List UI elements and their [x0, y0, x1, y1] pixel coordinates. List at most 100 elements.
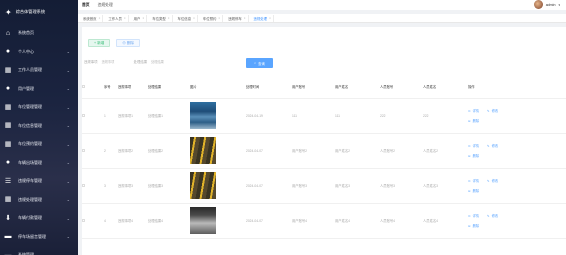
user-menu[interactable]: admin ▾: [533, 0, 560, 9]
sidebar-item-label: 违规处理管理: [18, 196, 42, 202]
chevron-down-icon: ▾: [558, 2, 560, 7]
cell-user-account: 用户账号2: [292, 133, 335, 169]
sidebar-item[interactable]: ⌂ 系统首页: [0, 24, 78, 43]
header-checkbox[interactable]: [82, 76, 104, 99]
filter-input-matter[interactable]: 违规事项: [102, 58, 130, 64]
row-image[interactable]: [190, 102, 216, 129]
edit-icon: ✎: [487, 213, 490, 218]
sidebar-item-label: 工作人员管理: [18, 67, 42, 73]
delete-row-button[interactable]: ⊖ 删除: [468, 153, 479, 159]
delete-row-button[interactable]: ⊖ 删除: [468, 118, 479, 124]
detail-button[interactable]: ⊙ 详情: [468, 108, 480, 114]
cell-staff-account: 人员账号4: [380, 203, 423, 239]
close-icon[interactable]: ×: [269, 16, 271, 20]
tag-item[interactable]: 系统首页 ×: [81, 14, 104, 22]
header-result: 处理结果: [148, 76, 190, 99]
detail-label: 详情: [472, 179, 480, 183]
sidebar-item[interactable]: ⬇ 车辆付款管理 ⌄: [0, 209, 78, 228]
row-image[interactable]: [190, 137, 216, 164]
detail-button[interactable]: ⊙ 详情: [468, 143, 480, 149]
breadcrumb-current: 违规处理: [97, 3, 113, 7]
row-checkbox[interactable]: [82, 168, 104, 204]
row-image[interactable]: [190, 207, 216, 234]
breadcrumb-home[interactable]: 首页: [82, 3, 90, 8]
close-icon[interactable]: ×: [168, 16, 170, 20]
close-icon[interactable]: ×: [124, 16, 126, 20]
sidebar-item[interactable]: ▦ 车位管理管理 ⌄: [0, 98, 78, 117]
table-row: 3 违规事项3 处理结果3 2024-04-07 用户账号3 用户姓名3 人员账号3 人员姓名…: [82, 168, 566, 204]
cell-user-name: 用户姓名4: [335, 203, 380, 239]
filter-input-result[interactable]: 处理结果: [151, 58, 179, 64]
edit-button[interactable]: ✎ 修改: [487, 178, 498, 184]
cell-matter: 违规事项3: [118, 168, 148, 204]
tag-item[interactable]: 用户 ×: [132, 14, 148, 22]
tag-label: 车位类型: [152, 16, 166, 21]
sidebar-item[interactable]: ● 个人中心 ⌄: [0, 43, 78, 62]
row-checkbox[interactable]: [82, 203, 104, 239]
avatar[interactable]: [533, 0, 543, 9]
chevron-down-icon: ⌄: [66, 86, 70, 92]
detail-button[interactable]: ⊙ 详情: [468, 213, 479, 219]
cell-staff-name: 人员姓名2: [423, 133, 468, 169]
user-group-icon: ●: [5, 85, 11, 93]
detail-button[interactable]: ⊙ 详情: [468, 178, 480, 184]
cell-user-name: 111: [335, 98, 380, 134]
top-bar: admin ▾: [78, 0, 566, 10]
row-checkbox[interactable]: [82, 133, 104, 169]
edit-button[interactable]: ✎ 修改: [487, 143, 498, 149]
grid-icon: ▦: [4, 140, 12, 148]
row-checkbox[interactable]: [82, 98, 104, 134]
logo-star-icon: ✦: [5, 7, 12, 17]
delete-row-button[interactable]: ⊖ 删除: [468, 223, 479, 229]
sidebar-item[interactable]: ▦ 车位预约管理 ⌄: [0, 135, 78, 154]
cell-actions: ⊙ 详情 ⊖ 删除 ✎ 修改: [468, 98, 566, 134]
header-image: 图片: [190, 76, 246, 99]
user-name[interactable]: admin: [546, 3, 556, 7]
chevron-down-icon: ⌄: [66, 104, 70, 110]
search-button[interactable]: ⌕ 查询: [246, 58, 273, 68]
close-icon[interactable]: ×: [142, 16, 144, 20]
close-icon[interactable]: ×: [99, 16, 101, 20]
edit-button[interactable]: ✎ 修改: [487, 108, 498, 114]
chevron-down-icon: ⌄: [66, 141, 70, 147]
sidebar-item[interactable]: ▬系统管理⌄: [0, 246, 78, 255]
tag-item[interactable]: 车位预约 ×: [201, 14, 224, 22]
table-row: 1 违规事项1 处理结果1 2024-04-19 111 111 222 222 ⊙ 详情 ⊖ 删除 ✎…: [82, 98, 566, 134]
detail-label: 详情: [472, 144, 480, 148]
tag-item[interactable]: 违规停车 ×: [226, 14, 249, 22]
delete-button[interactable]: ⊖ 删除: [116, 39, 141, 47]
sidebar-item[interactable]: ▬ 停车场留言管理 ⌄: [0, 228, 78, 247]
sidebar-item[interactable]: ● 用户管理 ⌄: [0, 80, 78, 99]
tag-item[interactable]: 车位类型 ×: [150, 14, 173, 22]
edit-button[interactable]: ✎ 修改: [487, 213, 499, 219]
cell-staff-account: 人员账号2: [380, 133, 423, 169]
sliders-icon: ☰: [4, 177, 12, 185]
detail-icon: ⊙: [468, 213, 471, 218]
cell-matter: 违规事项4: [118, 203, 148, 239]
tag-item[interactable]: 违规处理 ×: [252, 14, 274, 22]
sidebar-item[interactable]: ▦ 车位信息管理 ⌄: [0, 117, 78, 136]
chevron-down-icon: ⌄: [66, 49, 70, 55]
close-icon[interactable]: ×: [193, 16, 195, 20]
detail-label: 详情: [472, 109, 480, 113]
sidebar-item[interactable]: ● 车辆出场管理 ⌄: [0, 154, 78, 173]
sidebar-item[interactable]: ☰ 违规停车管理 ⌄: [0, 172, 78, 191]
cell-user-account: 111: [292, 98, 335, 134]
close-icon[interactable]: ×: [244, 16, 246, 20]
tag-item[interactable]: 工作人员 ×: [106, 14, 129, 22]
main-content: + 新增 ⊖ 删除 违规事项 违规事项 处理结果 处理结果 ⌕ 查询 序号 违规…: [82, 27, 566, 255]
delete-row-button[interactable]: ⊖ 删除: [468, 188, 480, 194]
grid-icon: ▦: [4, 103, 12, 111]
search-label: 查询: [258, 61, 265, 66]
row-image[interactable]: [190, 172, 216, 199]
cell-actions: ⊙ 详情 ⊖ 删除 ✎ 修改: [468, 203, 566, 239]
sidebar-item-label: 停车场留言管理: [18, 233, 46, 239]
grid-icon: ▦: [4, 196, 12, 204]
add-button[interactable]: + 新增: [88, 39, 111, 47]
sidebar-item[interactable]: ▦ 违规处理管理 ⌄: [0, 191, 78, 210]
delete-label: 删除: [472, 189, 480, 193]
edit-label: 修改: [491, 214, 499, 218]
tag-item[interactable]: 车位信息 ×: [176, 14, 198, 22]
sidebar-item[interactable]: ▦ 工作人员管理 ⌄: [0, 61, 78, 80]
close-icon[interactable]: ×: [218, 16, 220, 20]
